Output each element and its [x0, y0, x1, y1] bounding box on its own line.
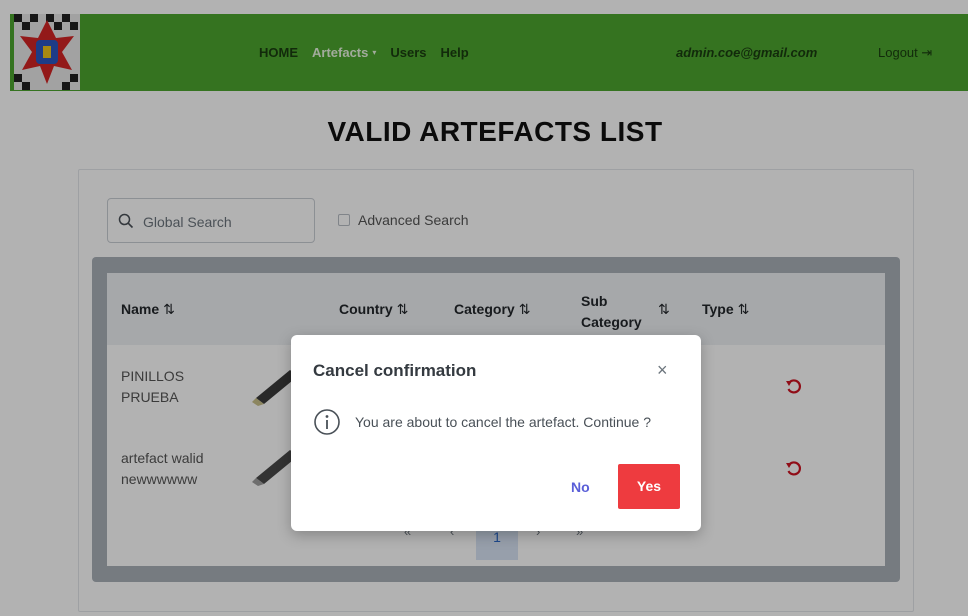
yes-button[interactable]: Yes [618, 464, 680, 509]
dialog-title: Cancel confirmation [313, 361, 477, 380]
cancel-confirmation-dialog: Cancel confirmation × You are about to c… [291, 335, 701, 531]
dialog-message: You are about to cancel the artefact. Co… [355, 414, 652, 430]
info-icon [314, 409, 340, 435]
app-page: HOME Artefacts ▾ Users Help admin.coe@gma… [0, 0, 968, 616]
no-button[interactable]: No [571, 479, 590, 495]
close-icon[interactable]: × [657, 361, 668, 379]
